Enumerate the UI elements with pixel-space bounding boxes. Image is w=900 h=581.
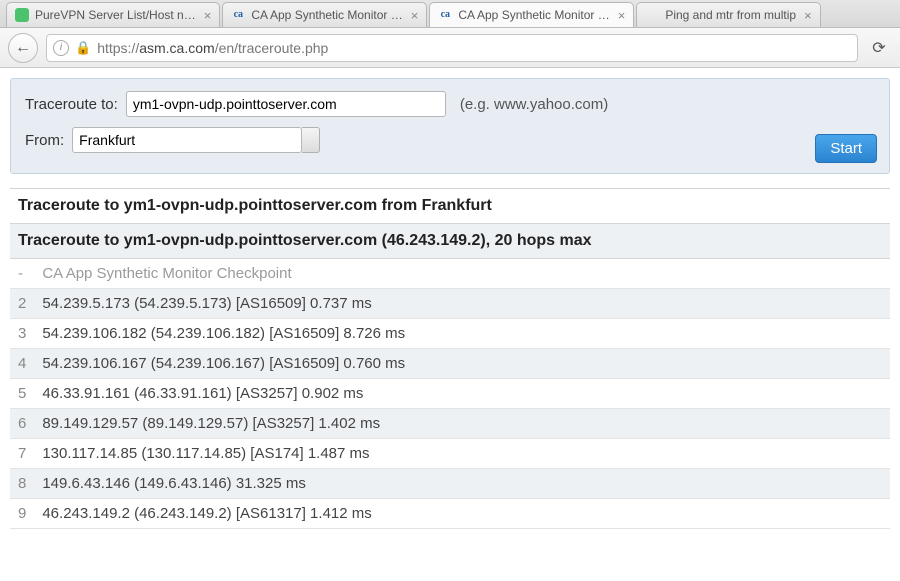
hop-detail: CA App Synthetic Monitor Checkpoint (34, 259, 890, 289)
blank-favicon-icon (645, 8, 659, 22)
results-heading: Traceroute to ym1-ovpn-udp.pointtoserver… (10, 189, 890, 224)
close-icon[interactable]: × (411, 8, 419, 23)
hop-number: 7 (10, 439, 34, 469)
results-section: Traceroute to ym1-ovpn-udp.pointtoserver… (10, 188, 890, 529)
lock-icon: 🔒 (75, 40, 91, 56)
from-dropdown-button[interactable] (302, 127, 320, 153)
tab-label: CA App Synthetic Monitor … (458, 8, 609, 22)
from-label: From: (25, 132, 64, 149)
table-row: 454.239.106.167 (54.239.106.167) [AS1650… (10, 349, 890, 379)
hop-detail: 89.149.129.57 (89.149.129.57) [AS3257] 1… (34, 409, 890, 439)
url-scheme: https:// (97, 40, 139, 56)
from-location-input[interactable] (72, 127, 302, 153)
traceroute-form-panel: Traceroute to: (e.g. www.yahoo.com) From… (10, 78, 890, 174)
hop-detail: 46.33.91.161 (46.33.91.161) [AS3257] 0.9… (34, 379, 890, 409)
table-row: 8149.6.43.146 (149.6.43.146) 31.325 ms (10, 469, 890, 499)
browser-tab[interactable]: ca CA App Synthetic Monitor … × (429, 2, 634, 27)
hop-detail: 46.243.149.2 (46.243.149.2) [AS61317] 1.… (34, 499, 890, 529)
hop-number: 6 (10, 409, 34, 439)
table-row: 946.243.149.2 (46.243.149.2) [AS61317] 1… (10, 499, 890, 529)
close-icon[interactable]: × (204, 8, 212, 23)
url-path: /en/traceroute.php (215, 40, 329, 56)
close-icon[interactable]: × (804, 8, 812, 23)
table-row: 354.239.106.182 (54.239.106.182) [AS1650… (10, 319, 890, 349)
table-row: 689.149.129.57 (89.149.129.57) [AS3257] … (10, 409, 890, 439)
hop-number: 3 (10, 319, 34, 349)
ca-favicon-icon: ca (231, 8, 245, 22)
browser-tabstrip: PureVPN Server List/Host n… × ca CA App Syn… (0, 0, 900, 28)
reload-button[interactable]: ⟳ (866, 38, 892, 58)
traceroute-to-label: Traceroute to: (25, 96, 118, 113)
arrow-left-icon: ← (15, 39, 31, 57)
browser-tab[interactable]: ca CA App Synthetic Monitor … × (222, 2, 427, 27)
hop-detail: 54.239.5.173 (54.239.5.173) [AS16509] 0.… (34, 289, 890, 319)
tab-label: PureVPN Server List/Host n… (35, 8, 196, 22)
hop-detail: 54.239.106.167 (54.239.106.167) [AS16509… (34, 349, 890, 379)
purevpn-favicon-icon (15, 8, 29, 22)
traceroute-host-input[interactable] (126, 91, 446, 117)
reload-icon: ⟳ (872, 40, 885, 57)
traceroute-table: -CA App Synthetic Monitor Checkpoint254.… (10, 259, 890, 529)
hop-number: 8 (10, 469, 34, 499)
hop-number: - (10, 259, 34, 289)
url-text: https://asm.ca.com/en/traceroute.php (97, 40, 328, 56)
hop-detail: 54.239.106.182 (54.239.106.182) [AS16509… (34, 319, 890, 349)
hop-number: 9 (10, 499, 34, 529)
browser-toolbar: ← i 🔒 https://asm.ca.com/en/traceroute.p… (0, 28, 900, 68)
host-hint: (e.g. www.yahoo.com) (460, 96, 608, 113)
info-icon[interactable]: i (53, 40, 69, 56)
table-row: -CA App Synthetic Monitor Checkpoint (10, 259, 890, 289)
hop-number: 5 (10, 379, 34, 409)
url-bar[interactable]: i 🔒 https://asm.ca.com/en/traceroute.php (46, 34, 858, 62)
table-row: 254.239.5.173 (54.239.5.173) [AS16509] 0… (10, 289, 890, 319)
results-subheading: Traceroute to ym1-ovpn-udp.pointtoserver… (10, 224, 890, 259)
hop-detail: 149.6.43.146 (149.6.43.146) 31.325 ms (34, 469, 890, 499)
hop-detail: 130.117.14.85 (130.117.14.85) [AS174] 1.… (34, 439, 890, 469)
url-host: asm.ca.com (139, 40, 214, 56)
ca-favicon-icon: ca (438, 8, 452, 22)
traceroute-tbody: -CA App Synthetic Monitor Checkpoint254.… (10, 259, 890, 529)
tab-label: CA App Synthetic Monitor … (251, 8, 402, 22)
hop-number: 4 (10, 349, 34, 379)
tab-label: Ping and mtr from multip (665, 8, 796, 22)
browser-tab[interactable]: Ping and mtr from multip × (636, 2, 820, 27)
close-icon[interactable]: × (618, 8, 626, 23)
start-button[interactable]: Start (815, 134, 877, 163)
hop-number: 2 (10, 289, 34, 319)
back-button[interactable]: ← (8, 33, 38, 63)
page-body: Traceroute to: (e.g. www.yahoo.com) From… (0, 68, 900, 539)
table-row: 546.33.91.161 (46.33.91.161) [AS3257] 0.… (10, 379, 890, 409)
browser-tab[interactable]: PureVPN Server List/Host n… × (6, 2, 220, 27)
table-row: 7130.117.14.85 (130.117.14.85) [AS174] 1… (10, 439, 890, 469)
